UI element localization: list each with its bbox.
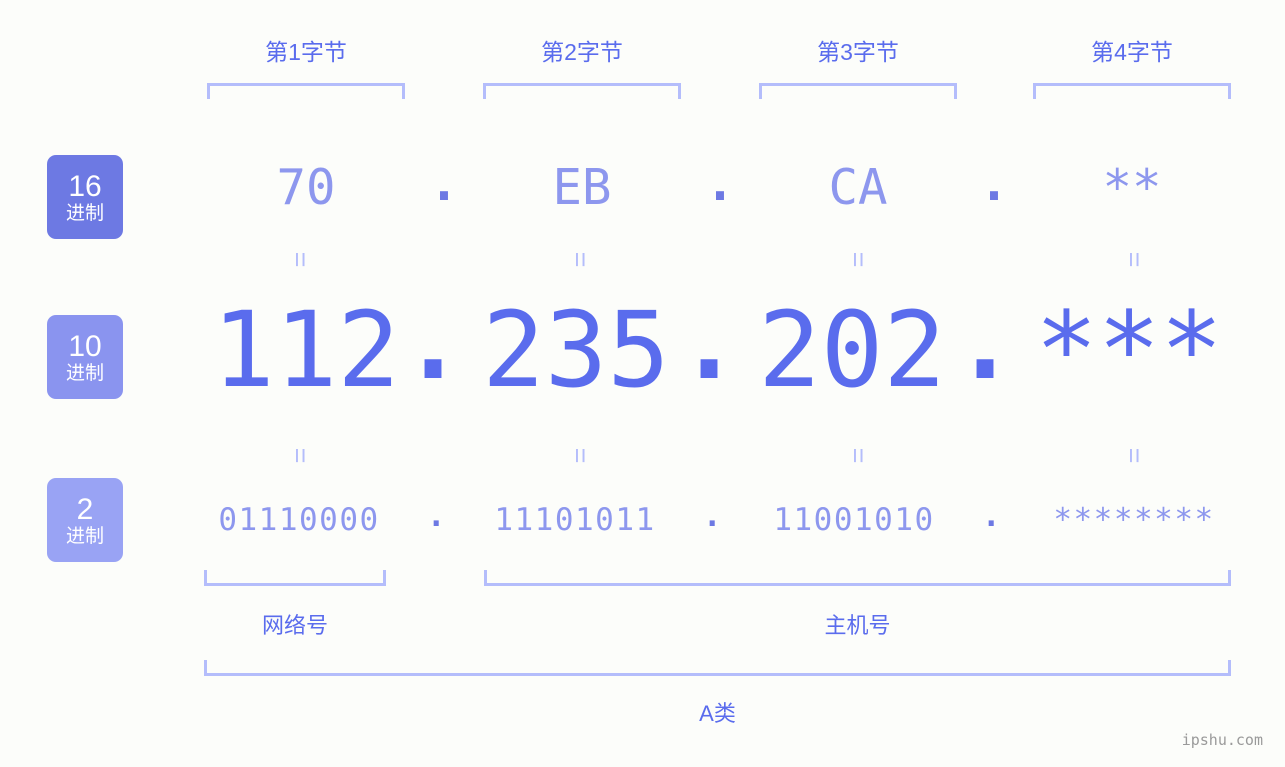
byte-header-label-4: 第4字节 [1091,39,1173,65]
binary-byte-2: 11101011 [494,502,656,538]
base-badge-hexadecimal: 16 进制 [47,155,123,239]
host-id-label: 主机号 [824,613,891,638]
ip-class-label: A类 [699,701,736,726]
byte-header-label-1: 第1字节 [265,39,347,65]
decimal-byte-2: 235 [482,289,670,411]
equals-mark-dec-bin-4: = [1119,447,1150,464]
decimal-byte-3: 202 [758,289,946,411]
byte-bracket-3 [759,83,957,99]
base-badge-unit: 进制 [65,202,104,224]
hex-separator-2: . [705,155,735,212]
equals-mark-dec-bin-2: = [565,447,596,464]
base-badge-binary: 2 进制 [47,478,123,562]
base-badge-number: 2 [76,492,94,526]
equals-mark-hex-dec-3: = [843,251,874,268]
equals-mark-dec-bin-3: = [843,447,874,464]
hex-byte-1: 70 [276,159,336,216]
decimal-byte-4: *** [1035,289,1223,411]
binary-separator-2: . [702,498,724,534]
network-id-label: 网络号 [261,613,328,638]
site-watermark: ipshu.com [1181,731,1263,749]
binary-separator-1: . [426,498,448,534]
equals-mark-hex-dec-4: = [1119,251,1150,268]
hex-byte-3: CA [828,159,888,216]
byte-bracket-4 [1033,83,1231,99]
hex-separator-3: . [979,155,1009,212]
decimal-byte-1: 112 [212,289,400,411]
base-badge-number: 16 [68,169,102,203]
decimal-separator-1: . [401,281,465,403]
hex-separator-1: . [429,155,459,212]
binary-byte-1: 01110000 [218,502,380,538]
base-badge-number: 10 [68,329,102,363]
binary-byte-3: 11001010 [773,502,935,538]
ip-class-bracket [204,660,1231,676]
hex-byte-2: EB [552,159,612,216]
network-id-bracket [204,570,386,586]
hex-byte-4: ** [1102,159,1162,216]
equals-mark-hex-dec-2: = [565,251,596,268]
byte-header-label-2: 第2字节 [541,39,623,65]
binary-byte-4: ******** [1053,502,1215,538]
byte-bracket-1 [207,83,405,99]
decimal-separator-2: . [677,281,741,403]
decimal-separator-3: . [953,281,1017,403]
ip-breakdown-diagram: 第1字节 第2字节 第3字节 第4字节 16 进制 10 进制 2 进制 70 … [0,0,1285,767]
byte-header-label-3: 第3字节 [817,39,899,65]
base-badge-unit: 进制 [65,525,104,547]
byte-bracket-2 [483,83,681,99]
host-id-bracket [484,570,1231,586]
equals-mark-dec-bin-1: = [285,447,316,464]
binary-separator-3: . [981,498,1003,534]
base-badge-unit: 进制 [65,362,104,384]
equals-mark-hex-dec-1: = [285,251,316,268]
base-badge-decimal: 10 进制 [47,315,123,399]
